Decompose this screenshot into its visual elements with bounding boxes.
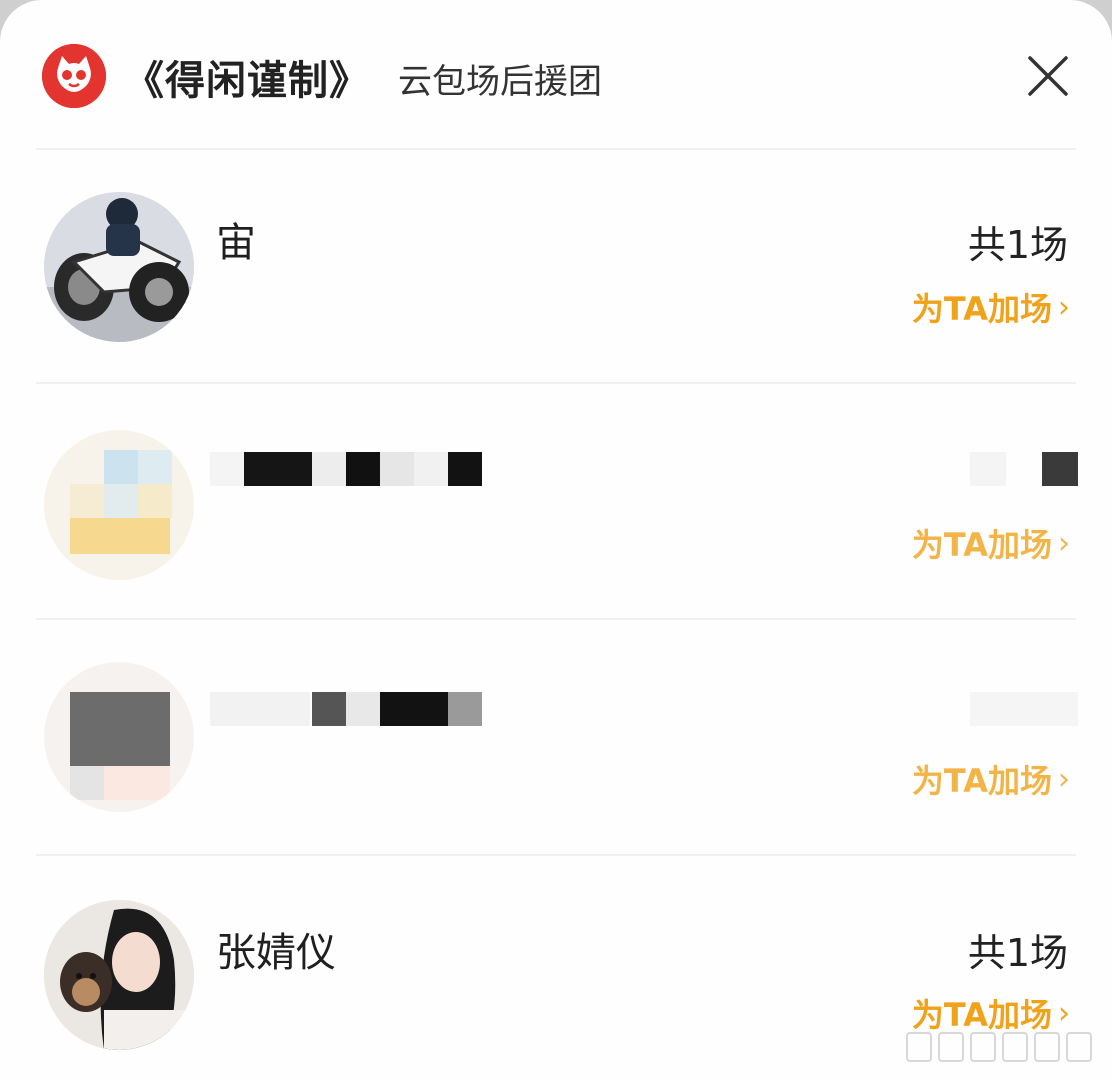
add-session-label: 为TA加场 (911, 290, 1052, 328)
close-icon[interactable] (1024, 52, 1072, 100)
woman-with-dog-avatar (44, 900, 194, 1050)
sheet-header: 《得闲谨制》 云包场后援团 (0, 0, 1112, 148)
motorcycle-rider-avatar (44, 192, 194, 342)
pixelated-avatar (44, 662, 194, 812)
watermark-logo (904, 1030, 1092, 1064)
supporter-row: 为TA加场 › (0, 620, 1112, 856)
page-subtitle: 云包场后援团 (398, 62, 602, 102)
cat-logo-icon (42, 44, 106, 108)
fan-club-sheet: 《得闲谨制》 云包场后援团 宙 共1场 为TA加场 › 为TA加场 › 为TA加… (0, 0, 1112, 1080)
supporter-name: 宙 (216, 220, 256, 266)
chevron-right-icon: › (1058, 525, 1070, 561)
session-count: 共1场 (967, 931, 1068, 975)
redacted-name (210, 692, 500, 728)
redacted-count (970, 692, 1080, 728)
supporter-row: 为TA加场 › (0, 384, 1112, 620)
chevron-right-icon: › (1058, 995, 1070, 1031)
add-session-button[interactable]: 为TA加场 › (912, 520, 1070, 566)
pixelated-avatar (44, 430, 194, 580)
session-count: 共1场 (967, 223, 1068, 267)
chevron-right-icon: › (1058, 761, 1070, 797)
redacted-name (210, 452, 520, 488)
redacted-count (970, 452, 1080, 488)
add-session-label: 为TA加场 (911, 762, 1052, 800)
chevron-right-icon: › (1058, 289, 1070, 325)
add-session-label: 为TA加场 (911, 526, 1052, 564)
add-session-button[interactable]: 为TA加场 › (912, 284, 1070, 330)
movie-title: 《得闲谨制》 (124, 58, 370, 104)
supporter-name: 张婧仪 (216, 930, 336, 976)
add-session-button[interactable]: 为TA加场 › (912, 756, 1070, 802)
supporter-row: 宙 共1场 为TA加场 › (0, 150, 1112, 386)
